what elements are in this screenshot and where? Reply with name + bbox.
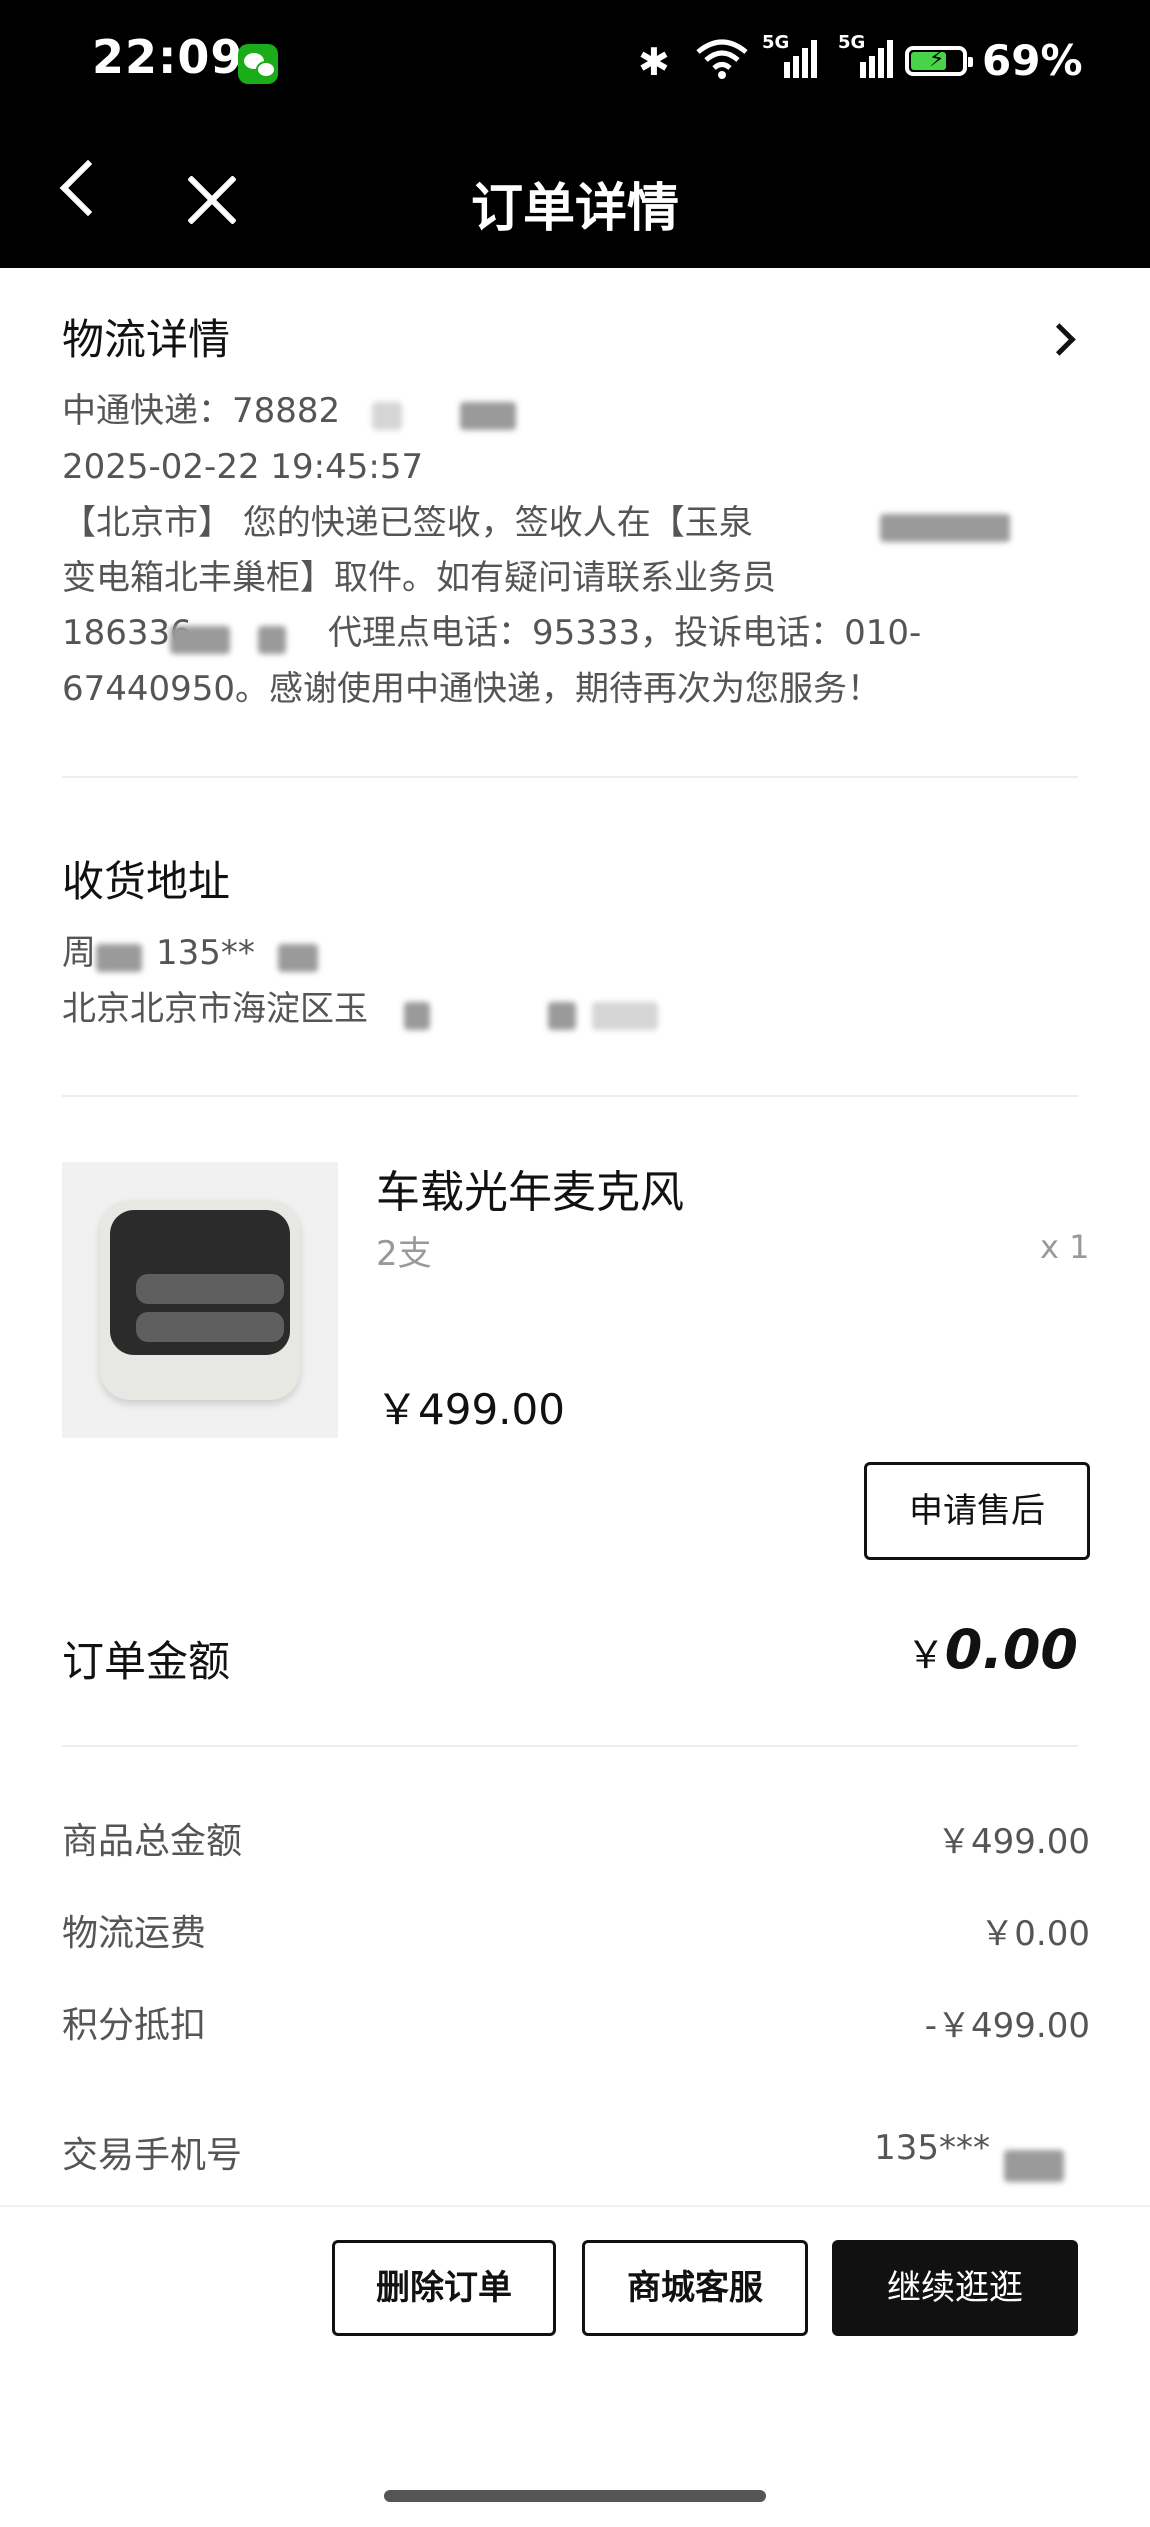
divider xyxy=(62,1095,1078,1097)
bottom-bar-divider xyxy=(0,2205,1150,2207)
top-bar: 22:09 ✱ 5G 5G ⚡ 69% 订单详情 xyxy=(0,0,1150,268)
logistics-line-2: 变电箱北丰巢柜】取件。如有疑问请联系业务员 xyxy=(62,558,776,598)
cellular-signal-icon: 5G xyxy=(762,32,822,82)
logistics-datetime: 2025-02-22 19:45:57 xyxy=(62,447,424,487)
summary-value: ￥0.00 xyxy=(980,1914,1090,1954)
summary-value: -￥499.00 xyxy=(924,2006,1090,2046)
divider xyxy=(62,776,1078,778)
home-indicator[interactable] xyxy=(384,2490,766,2502)
product-image[interactable] xyxy=(62,1162,338,1438)
delete-order-button[interactable]: 删除订单 xyxy=(332,2240,556,2336)
chevron-right-icon[interactable] xyxy=(1043,323,1076,356)
customer-service-button[interactable]: 商城客服 xyxy=(582,2240,808,2336)
cellular-signal-icon: 5G xyxy=(838,32,898,82)
summary-value: ￥499.00 xyxy=(937,1822,1090,1862)
after-sale-button[interactable]: 申请售后 xyxy=(864,1462,1090,1560)
logistics-section[interactable]: 物流详情 中通快递：78882 2025-02-22 19:45:57 【北京市… xyxy=(0,268,1150,776)
order-amount-label: 订单金额 xyxy=(62,1637,231,1686)
product-spec: 2支 xyxy=(376,1234,432,1274)
currency-symbol: ￥ xyxy=(906,1633,945,1677)
status-time: 22:09 xyxy=(92,30,244,84)
wifi-icon xyxy=(696,39,748,79)
logistics-line-1: 【北京市】 您的快递已签收，签收人在【玉泉 xyxy=(62,503,753,543)
address-detail: 北京北京市海淀区玉 xyxy=(62,989,368,1029)
address-heading: 收货地址 xyxy=(62,857,231,906)
summary-label: 积分抵扣 xyxy=(62,2005,207,2046)
logistics-line-4: 67440950。感谢使用中通快递，期待再次为您服务！ xyxy=(62,669,882,709)
divider xyxy=(62,1745,1078,1747)
product-quantity: x 1 xyxy=(1040,1228,1090,1266)
summary-label: 物流运费 xyxy=(62,1913,207,1954)
summary-label: 商品总金额 xyxy=(62,1821,243,1862)
address-name: 周 xyxy=(62,933,96,973)
logistics-heading: 物流详情 xyxy=(62,315,231,364)
battery-percentage: 69% xyxy=(982,36,1083,85)
order-amount-number: 0.00 xyxy=(944,1618,1078,1681)
product-price: ￥499.00 xyxy=(376,1385,565,1434)
order-amount-value: ￥0.00 xyxy=(860,1618,1078,1681)
logistics-line-3b: 代理点电话：95333，投诉电话：010- xyxy=(328,613,922,653)
tracking-number: 中通快递：78882 xyxy=(62,391,341,431)
product-name[interactable]: 车载光年麦克风 xyxy=(376,1156,684,1220)
phone-value: 135*** xyxy=(874,2128,990,2168)
wechat-notification-icon xyxy=(238,44,278,84)
address-phone: 135** xyxy=(156,933,255,973)
phone-label: 交易手机号 xyxy=(62,2135,243,2176)
page-title: 订单详情 xyxy=(470,179,679,239)
battery-icon: ⚡ xyxy=(905,46,973,76)
bluetooth-icon: ✱ xyxy=(638,40,670,84)
continue-shopping-button[interactable]: 继续逛逛 xyxy=(832,2240,1078,2336)
